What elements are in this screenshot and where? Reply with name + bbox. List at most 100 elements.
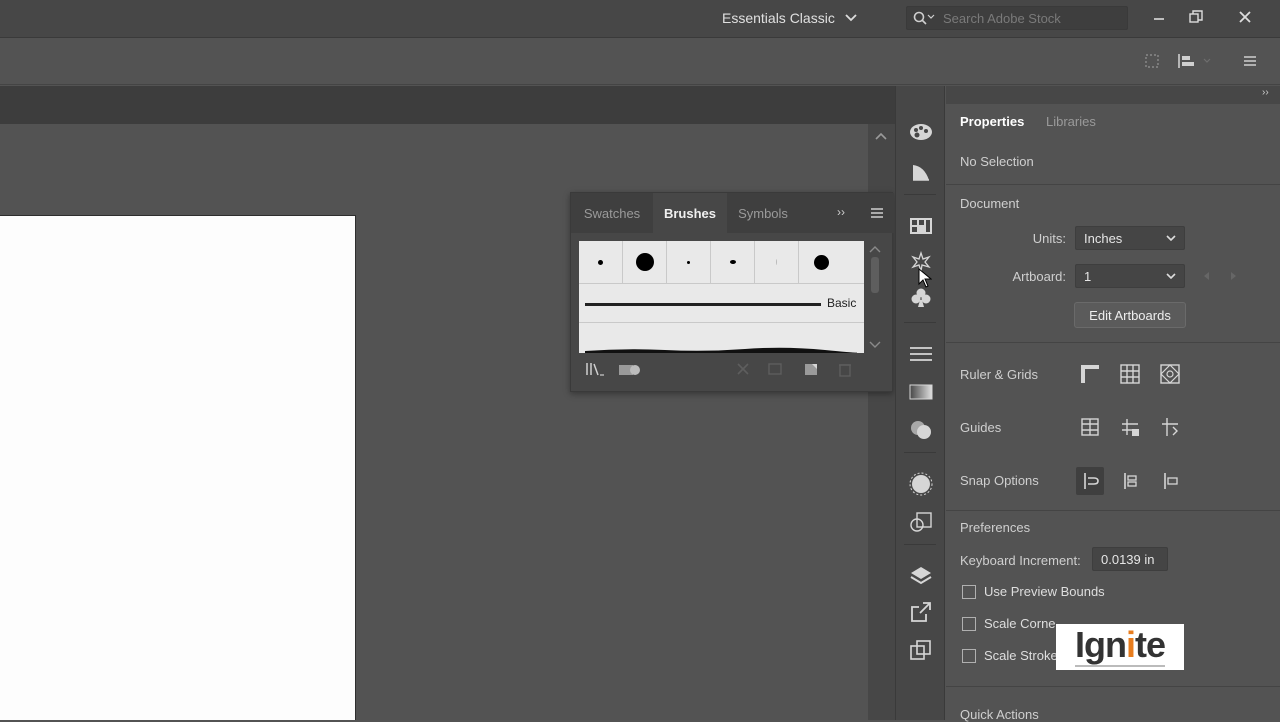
section-divider [946, 342, 1280, 343]
smart-guides-icon[interactable] [1156, 413, 1184, 441]
brushes-panel: Swatches Brushes Symbols ›› Basic [570, 192, 894, 392]
more-tabs-icon[interactable]: ›› [837, 205, 845, 219]
transparency-icon[interactable] [906, 416, 936, 444]
tab-libraries[interactable]: Libraries [1046, 110, 1096, 132]
strip-divider [904, 544, 936, 545]
scale-corners-label: Scale Corne [984, 616, 1056, 631]
artboards-icon[interactable] [906, 636, 936, 664]
panel-menu-icon[interactable] [870, 207, 884, 222]
graphic-styles-icon[interactable] [906, 508, 936, 536]
chevron-down-icon [1166, 273, 1176, 279]
guides-lock-icon[interactable] [1116, 413, 1144, 441]
scroll-down-icon[interactable] [869, 341, 881, 349]
color-palette-icon[interactable] [906, 118, 936, 146]
document-tab-strip: ‹‹ [0, 86, 931, 124]
units-dropdown[interactable]: Inches [1075, 226, 1185, 250]
keyboard-increment-label: Keyboard Increment: [960, 553, 1081, 568]
swatches-icon[interactable] [906, 212, 936, 240]
keyboard-increment-value: 0.0139 in [1101, 551, 1155, 567]
delete-brush-icon [837, 361, 853, 380]
tab-symbols[interactable]: Symbols [727, 193, 799, 233]
units-value: Inches [1084, 230, 1123, 246]
libraries-panel-icon[interactable] [617, 361, 643, 380]
control-bar [0, 39, 1280, 85]
search-placeholder: Search Adobe Stock [943, 10, 1061, 26]
use-preview-bounds-checkbox[interactable] [962, 585, 976, 599]
new-brush-icon[interactable] [803, 361, 819, 380]
edit-artboards-button[interactable]: Edit Artboards [1074, 302, 1186, 328]
export-icon[interactable] [906, 598, 936, 626]
restore-icon [1189, 10, 1203, 23]
menu-bar: Essentials Classic Search Adobe Stock [0, 0, 1280, 38]
stroke-icon[interactable] [906, 340, 936, 368]
brush-list-scrollbar[interactable] [866, 241, 884, 353]
artboard-label: Artboard: [1012, 269, 1066, 284]
ignite-logo-tagline [1075, 665, 1165, 667]
basic-brush-row[interactable]: Basic [579, 283, 864, 323]
use-preview-bounds-label: Use Preview Bounds [984, 584, 1105, 599]
brush-dot-faint[interactable] [755, 241, 799, 283]
scale-corners-checkbox[interactable] [962, 617, 976, 631]
arrange-icon[interactable] [1143, 52, 1161, 73]
close-icon [1239, 11, 1251, 23]
scroll-thumb[interactable] [871, 257, 879, 293]
layers-icon[interactable] [906, 562, 936, 590]
units-label: Units: [1032, 231, 1066, 246]
panel-menu-icon[interactable] [1242, 53, 1258, 72]
tab-swatches[interactable]: Swatches [571, 193, 653, 233]
color-guide-icon[interactable] [906, 158, 936, 186]
restore-button[interactable] [1183, 4, 1209, 30]
section-divider [946, 686, 1280, 687]
snap-to-point-icon[interactable] [1076, 467, 1104, 495]
brush-library-list[interactable]: Basic [579, 241, 864, 353]
align-icon[interactable] [1176, 52, 1212, 73]
basic-brush-label: Basic [827, 296, 857, 310]
minimize-button[interactable] [1146, 4, 1172, 30]
rulers-icon[interactable] [1076, 360, 1104, 388]
tab-brushes[interactable]: Brushes [653, 193, 727, 233]
tab-properties[interactable]: Properties [960, 110, 1024, 132]
scale-strokes-checkbox[interactable] [962, 649, 976, 663]
document-section-title: Document [960, 196, 1020, 211]
chevron-down-icon [845, 14, 857, 22]
collapse-icon[interactable]: ›› [1262, 87, 1269, 98]
minimize-icon [1154, 18, 1164, 20]
mouse-cursor-icon [918, 267, 933, 291]
scroll-up-icon[interactable] [875, 132, 887, 140]
stock-search-input[interactable]: Search Adobe Stock [906, 6, 1128, 30]
brush-dot-medium[interactable] [799, 241, 843, 283]
search-icon [913, 11, 935, 25]
artboard-dropdown[interactable]: 1 [1075, 264, 1185, 288]
grid-icon[interactable] [1116, 360, 1144, 388]
chevron-down-icon [1166, 235, 1176, 241]
snap-to-pixel-icon[interactable] [1116, 467, 1144, 495]
guides-label: Guides [960, 420, 1002, 435]
next-artboard-icon [1230, 270, 1238, 284]
workspace-switcher[interactable]: Essentials Classic [722, 6, 857, 30]
brush-dot-oval[interactable] [711, 241, 755, 283]
artboard-value: 1 [1084, 268, 1092, 284]
prev-artboard-icon [1202, 270, 1210, 284]
brush-libraries-menu-icon[interactable] [585, 361, 605, 380]
scroll-up-icon[interactable] [869, 245, 881, 253]
artboard[interactable] [0, 215, 356, 720]
brush-dot-tiny[interactable] [667, 241, 711, 283]
gradient-icon[interactable] [906, 378, 936, 406]
selection-status: No Selection [960, 154, 1034, 169]
transparency-grid-icon[interactable] [1156, 360, 1184, 388]
section-divider [946, 510, 1280, 511]
close-button[interactable] [1232, 4, 1258, 30]
brush-options-icon [767, 361, 783, 380]
ignite-logo-text: Ignite [1074, 624, 1166, 665]
appearance-icon[interactable] [906, 470, 936, 498]
brush-dot-large[interactable] [623, 241, 667, 283]
keyboard-increment-input[interactable]: 0.0139 in [1092, 547, 1168, 571]
snap-to-glyph-icon[interactable] [1156, 467, 1184, 495]
remove-stroke-icon [735, 361, 751, 380]
snap-options-label: Snap Options [960, 473, 1039, 488]
section-divider [946, 184, 1280, 185]
workspace-label: Essentials Classic [722, 10, 835, 26]
guides-show-icon[interactable] [1076, 413, 1104, 441]
charcoal-brush-stroke[interactable] [585, 343, 859, 353]
brush-dot-small[interactable] [579, 241, 623, 283]
